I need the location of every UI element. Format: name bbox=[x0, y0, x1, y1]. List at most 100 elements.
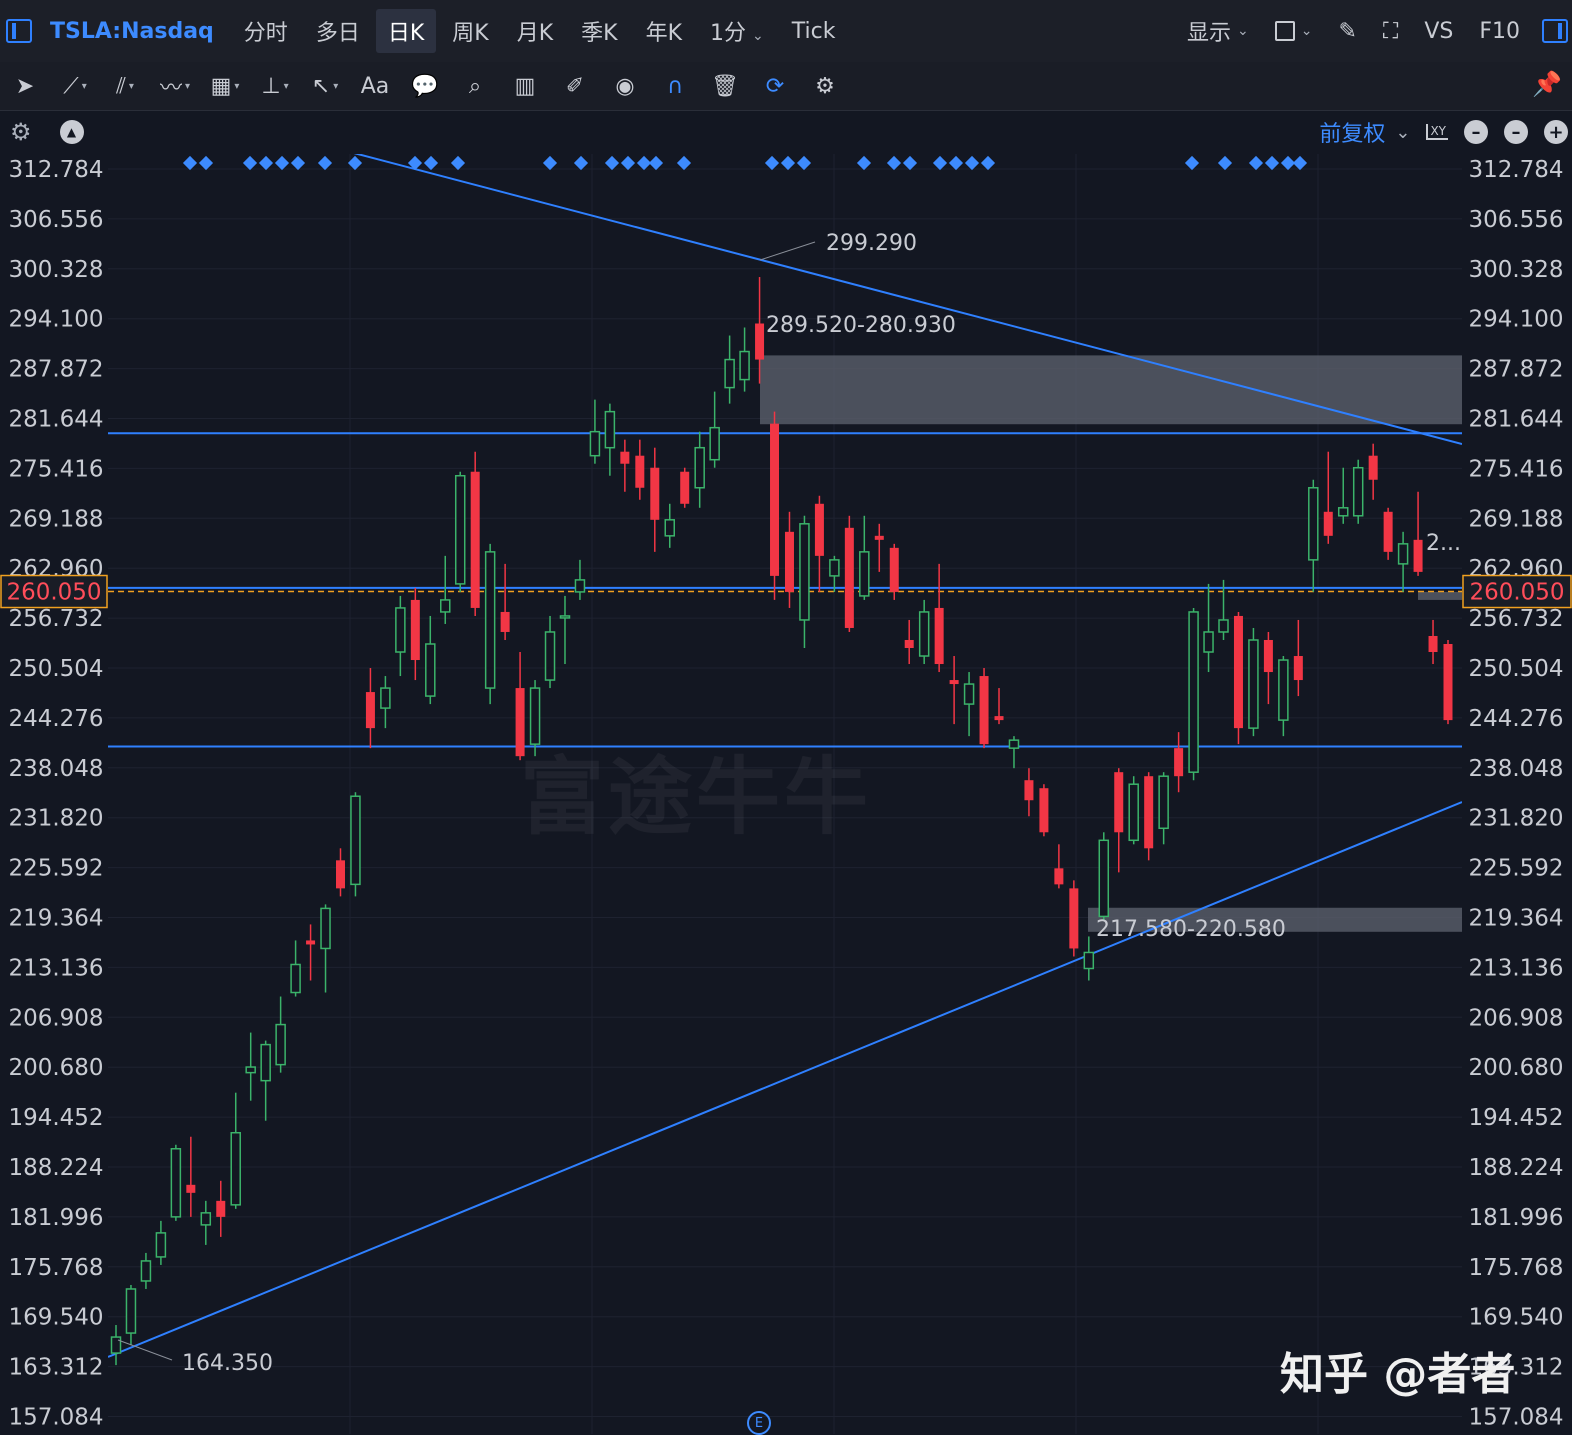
y-tick-label: 219.364 bbox=[1468, 906, 1563, 932]
y-tick-label: 188.224 bbox=[8, 1155, 103, 1181]
price-zone bbox=[760, 355, 1462, 425]
y-tick-label: 269.188 bbox=[8, 506, 103, 532]
y-axis-right: 312.784 306.556 300.328 294.100 287.872 281.6… bbox=[1462, 157, 1572, 1431]
current-price-label: 260.050 bbox=[1469, 580, 1564, 606]
y-tick-label: 300.328 bbox=[1468, 257, 1563, 283]
y-tick-label: 157.084 bbox=[8, 1405, 103, 1431]
candle-body-up bbox=[799, 523, 810, 621]
signal-diamond bbox=[1248, 155, 1264, 171]
y-tick-label: 175.768 bbox=[1468, 1255, 1563, 1281]
y-tick-label: 306.556 bbox=[1468, 207, 1563, 233]
watermark: 富途牛牛 bbox=[520, 748, 873, 846]
candle-body-down bbox=[755, 323, 765, 360]
candle-body-up bbox=[125, 1288, 137, 1334]
candle-body-down bbox=[365, 692, 375, 729]
candle-body-down bbox=[1383, 511, 1393, 552]
candle-body-up bbox=[350, 795, 361, 886]
y-tick-label: 206.908 bbox=[1468, 1005, 1563, 1031]
y-tick-label: 175.768 bbox=[8, 1255, 103, 1281]
candle-body-up bbox=[425, 643, 436, 697]
price-chart[interactable]: 299.290 289.520-280.930 217.580-220.580 2..… bbox=[0, 0, 1572, 1434]
y-tick-label: 250.504 bbox=[1468, 656, 1563, 682]
candle-body-down bbox=[904, 639, 914, 649]
y-tick-label: 256.732 bbox=[1468, 606, 1563, 632]
signal-diamond bbox=[1217, 155, 1233, 171]
candle-body-down bbox=[1323, 511, 1333, 536]
y-tick-label: 188.224 bbox=[1468, 1155, 1563, 1181]
signal-markers bbox=[182, 155, 1308, 171]
candle-body-down bbox=[874, 535, 884, 540]
right-zone-label: 2... bbox=[1426, 531, 1461, 556]
signal-diamond bbox=[274, 155, 290, 171]
y-tick-label: 200.680 bbox=[1468, 1055, 1563, 1081]
signal-diamond bbox=[764, 155, 780, 171]
candle-body-up bbox=[275, 1023, 286, 1066]
candle-body-up bbox=[1248, 639, 1259, 729]
y-tick-label: 169.540 bbox=[1468, 1305, 1563, 1331]
signal-diamond bbox=[964, 155, 980, 171]
candle-body-up bbox=[484, 551, 496, 689]
candle-body-up bbox=[1397, 543, 1409, 565]
price-zone bbox=[1418, 591, 1462, 600]
candle-body-up bbox=[574, 579, 586, 593]
low-price-label: 164.350 bbox=[182, 1351, 273, 1376]
candle-body-up bbox=[1188, 611, 1199, 773]
candle-body-up bbox=[140, 1260, 152, 1282]
candle-body-up bbox=[589, 430, 601, 457]
candle-body-down bbox=[979, 676, 989, 745]
y-tick-label: 194.452 bbox=[1468, 1105, 1563, 1131]
y-tick-label: 294.100 bbox=[8, 307, 103, 333]
candle-body-down bbox=[1293, 656, 1303, 681]
y-tick-label: 287.872 bbox=[1468, 357, 1563, 383]
signal-diamond bbox=[780, 155, 796, 171]
event-marker[interactable]: E bbox=[747, 1411, 771, 1435]
candle-body-up bbox=[1278, 659, 1289, 721]
y-tick-label: 244.276 bbox=[1468, 706, 1563, 732]
candle-body-down bbox=[216, 1200, 226, 1217]
signal-diamond bbox=[290, 155, 306, 171]
y-tick-label: 256.732 bbox=[8, 606, 103, 632]
y-tick-label: 244.276 bbox=[8, 706, 103, 732]
candle-body-up bbox=[320, 907, 331, 950]
candle-body-up bbox=[1352, 466, 1364, 517]
y-tick-label: 200.680 bbox=[8, 1055, 103, 1081]
candle-body-up bbox=[245, 1066, 256, 1074]
candle-body-up bbox=[694, 446, 705, 489]
signal-diamond bbox=[856, 155, 872, 171]
candle-body-up bbox=[724, 358, 735, 389]
signal-diamond bbox=[182, 155, 198, 171]
candle-body-up bbox=[155, 1232, 167, 1258]
candle-body-up bbox=[260, 1043, 271, 1082]
candle-body-up bbox=[1203, 631, 1214, 653]
candle-body-up bbox=[604, 410, 616, 449]
candle-body-down bbox=[814, 503, 824, 556]
y-tick-label: 231.820 bbox=[1468, 806, 1563, 832]
y-tick-label: 294.100 bbox=[1468, 307, 1563, 333]
candle-body-down bbox=[1054, 868, 1064, 885]
current-price-label: 260.050 bbox=[6, 580, 101, 606]
y-tick-label: 250.504 bbox=[8, 656, 103, 682]
high-price-label: 299.290 bbox=[826, 231, 917, 256]
y-tick-label: 219.364 bbox=[8, 906, 103, 932]
candle-body-down bbox=[949, 680, 959, 685]
y-tick-label: 181.996 bbox=[1468, 1205, 1563, 1231]
upper-zone-label: 289.520-280.930 bbox=[766, 313, 956, 338]
candle-body-up bbox=[963, 683, 975, 705]
y-tick-label: 281.644 bbox=[1468, 407, 1563, 433]
signal-diamond bbox=[423, 155, 439, 171]
signal-diamond bbox=[932, 155, 948, 171]
high-leader-line bbox=[759, 241, 816, 261]
y-tick-label: 238.048 bbox=[1468, 756, 1563, 782]
y-tick-label: 238.048 bbox=[8, 756, 103, 782]
candle-body-down bbox=[1443, 643, 1453, 721]
candle-body-up bbox=[739, 350, 750, 381]
candle-body-up bbox=[290, 963, 301, 994]
signal-diamond bbox=[902, 155, 918, 171]
y-tick-label: 157.084 bbox=[1468, 1405, 1563, 1431]
candle-body-down bbox=[635, 455, 645, 488]
y-tick-label: 275.416 bbox=[1468, 456, 1563, 482]
y-tick-label: 269.188 bbox=[1468, 506, 1563, 532]
candle-body-down bbox=[784, 531, 794, 592]
credit-text: 知乎 @者者 bbox=[1280, 1349, 1516, 1400]
candle-body-up bbox=[1337, 507, 1349, 517]
